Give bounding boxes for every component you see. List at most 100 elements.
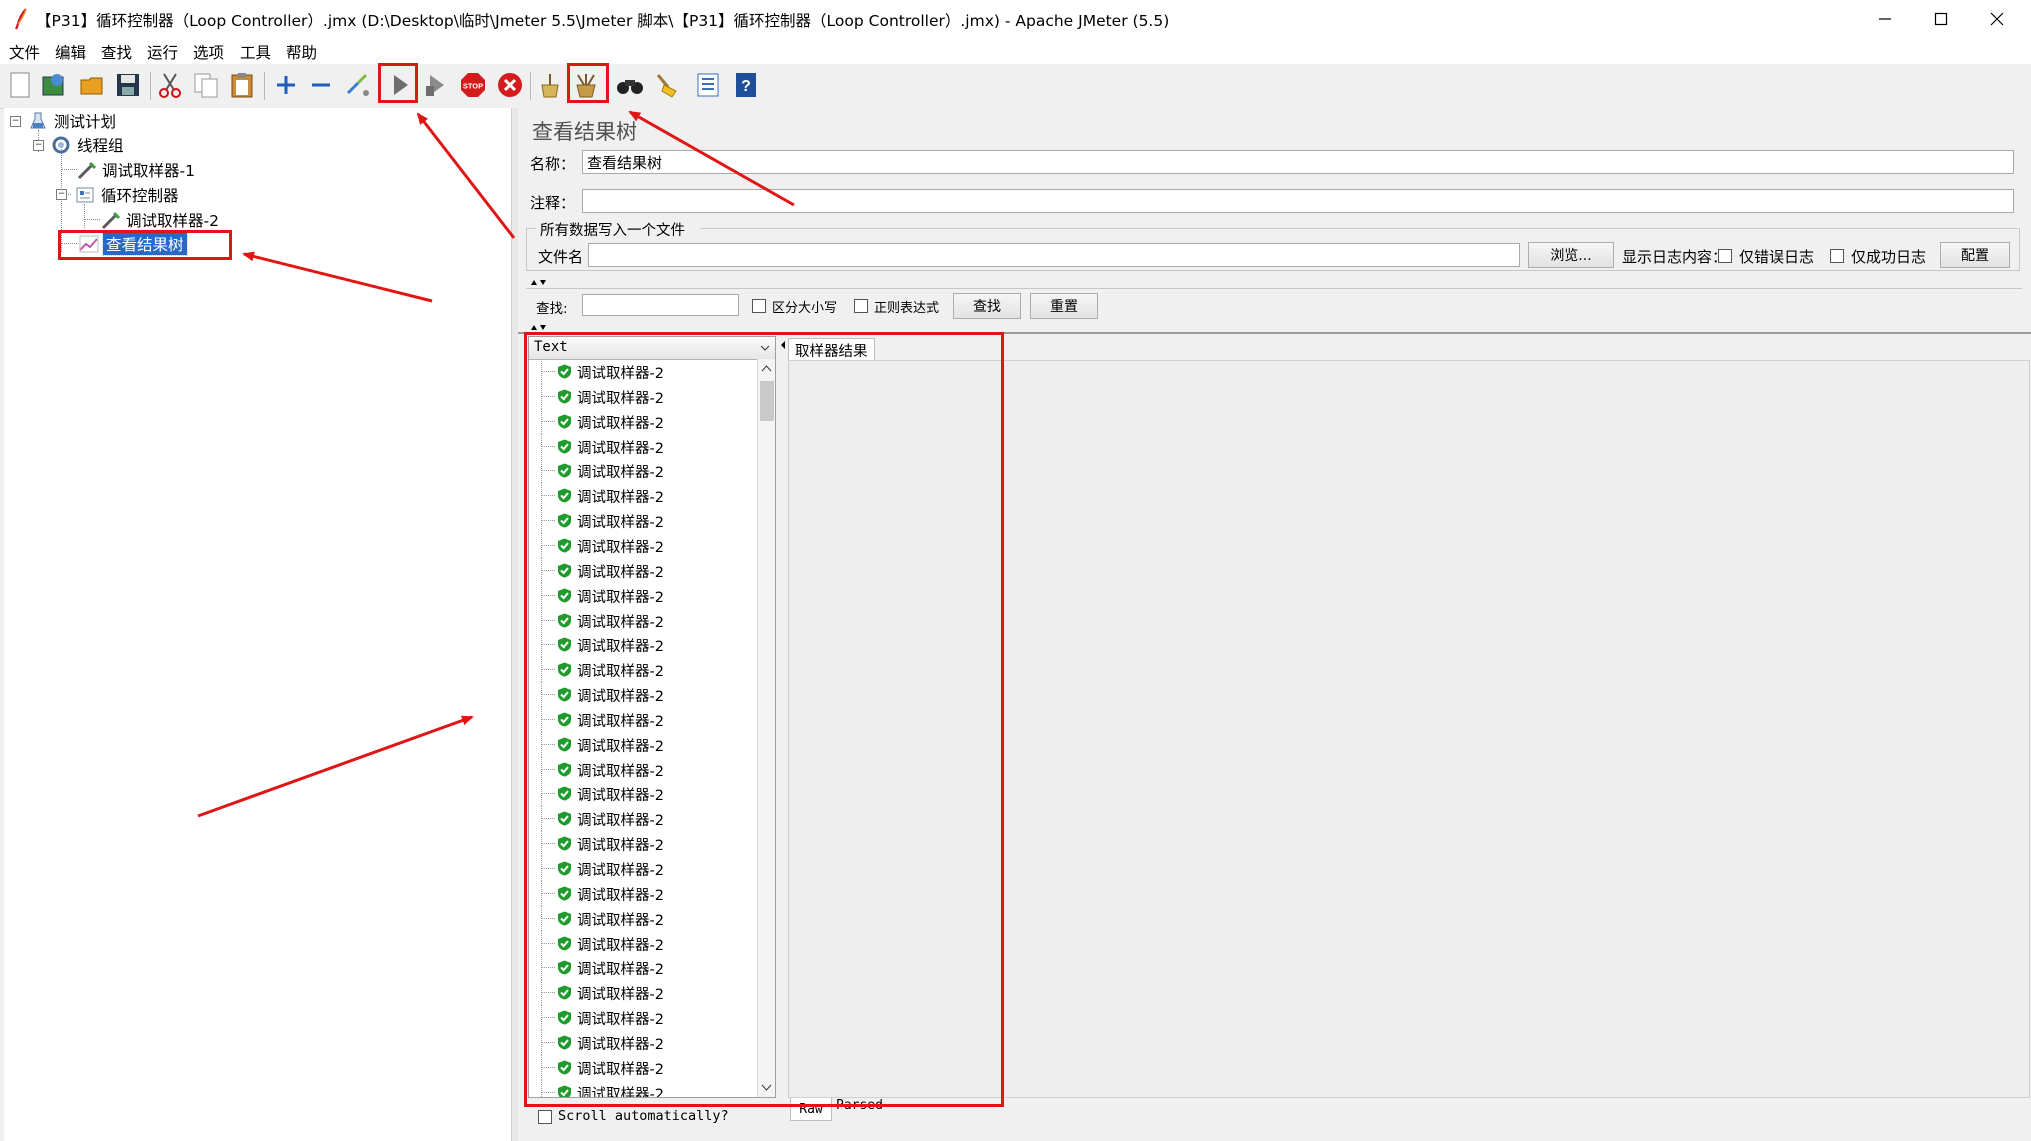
split-arrows-icon[interactable] bbox=[530, 278, 548, 286]
results-scrollbar[interactable] bbox=[757, 359, 775, 1097]
scroll-thumb[interactable] bbox=[760, 381, 774, 421]
result-item-label: 调试取样器-2 bbox=[577, 465, 664, 482]
result-item[interactable]: 调试取样器-2 bbox=[529, 607, 757, 633]
search-field[interactable] bbox=[582, 294, 739, 316]
result-item[interactable]: 调试取样器-2 bbox=[529, 632, 757, 658]
result-item[interactable]: 调试取样器-2 bbox=[529, 582, 757, 608]
tree-item-thread-group[interactable]: 线程组 bbox=[50, 134, 124, 156]
tree-item-loop-controller[interactable]: 循环控制器 bbox=[74, 184, 179, 206]
pane-splitter[interactable] bbox=[511, 108, 518, 1141]
tab-raw[interactable]: Raw bbox=[790, 1098, 832, 1121]
stop-button[interactable]: STOP bbox=[457, 68, 489, 102]
help-button[interactable]: ? bbox=[730, 68, 762, 102]
search-button[interactable] bbox=[614, 68, 646, 102]
minimize-button[interactable] bbox=[1856, 0, 1914, 38]
collapse-test-plan-toggle[interactable]: − bbox=[10, 116, 21, 127]
tab-parsed[interactable]: Parsed bbox=[836, 1098, 883, 1113]
tab-sampler-result[interactable]: 取样器结果 bbox=[788, 338, 875, 361]
start-button[interactable] bbox=[384, 68, 416, 102]
tree-item-view-results-tree[interactable]: 查看结果树 bbox=[78, 232, 188, 256]
result-item[interactable]: 调试取样器-2 bbox=[529, 955, 757, 981]
result-item[interactable]: 调试取样器-2 bbox=[529, 930, 757, 956]
regex-checkbox[interactable] bbox=[854, 299, 868, 313]
test-plan-tree[interactable]: − 测试计划 − 线程组 调试取样器-1 − 循环控制器 调试取样器-2 查看结… bbox=[4, 108, 512, 1141]
result-item[interactable]: 调试取样器-2 bbox=[529, 1079, 757, 1097]
reset-search-button[interactable] bbox=[650, 68, 682, 102]
new-button[interactable] bbox=[4, 68, 36, 102]
menu-tools[interactable]: 工具 bbox=[240, 41, 271, 63]
result-item[interactable]: 调试取样器-2 bbox=[529, 557, 757, 583]
result-item[interactable]: 调试取样器-2 bbox=[529, 359, 757, 384]
result-item[interactable]: 调试取样器-2 bbox=[529, 756, 757, 782]
templates-button[interactable] bbox=[38, 68, 70, 102]
split-arrows-icon[interactable] bbox=[530, 323, 548, 331]
listener-icon bbox=[79, 235, 99, 253]
start-no-pause-button[interactable] bbox=[420, 68, 452, 102]
result-item[interactable]: 调试取样器-2 bbox=[529, 458, 757, 484]
success-shield-icon bbox=[558, 712, 571, 727]
cut-button[interactable] bbox=[154, 68, 186, 102]
copy-button[interactable] bbox=[190, 68, 222, 102]
result-item[interactable]: 调试取样器-2 bbox=[529, 532, 757, 558]
errors-only-checkbox[interactable] bbox=[1718, 249, 1732, 263]
browse-button[interactable]: 浏览... bbox=[1528, 242, 1614, 268]
result-item[interactable]: 调试取样器-2 bbox=[529, 731, 757, 757]
help-icon: ? bbox=[736, 73, 756, 97]
close-button[interactable] bbox=[1968, 0, 2026, 38]
clear-button[interactable] bbox=[534, 68, 566, 102]
result-item[interactable]: 调试取样器-2 bbox=[529, 806, 757, 832]
save-button[interactable] bbox=[112, 68, 144, 102]
result-item[interactable]: 调试取样器-2 bbox=[529, 781, 757, 807]
tree-item-debug-sampler-1[interactable]: 调试取样器-1 bbox=[76, 159, 195, 181]
comment-field[interactable] bbox=[582, 189, 2014, 213]
clear-all-button[interactable] bbox=[570, 68, 602, 102]
scroll-down-icon[interactable] bbox=[761, 1084, 772, 1092]
scroll-automatically-checkbox[interactable] bbox=[538, 1110, 552, 1124]
result-item[interactable]: 调试取样器-2 bbox=[529, 408, 757, 434]
collapse-loop-controller-toggle[interactable]: − bbox=[56, 189, 67, 200]
result-item[interactable]: 调试取样器-2 bbox=[529, 433, 757, 459]
collapse-button[interactable] bbox=[305, 68, 337, 102]
result-item[interactable]: 调试取样器-2 bbox=[529, 905, 757, 931]
menu-file[interactable]: 文件 bbox=[9, 41, 40, 63]
result-item[interactable]: 调试取样器-2 bbox=[529, 682, 757, 708]
renderer-selector[interactable]: Text bbox=[529, 337, 775, 360]
scroll-up-icon[interactable] bbox=[761, 364, 772, 372]
result-item[interactable]: 调试取样器-2 bbox=[529, 1054, 757, 1080]
name-field[interactable] bbox=[582, 150, 2014, 174]
expand-button[interactable] bbox=[270, 68, 302, 102]
result-item[interactable]: 调试取样器-2 bbox=[529, 657, 757, 683]
result-item[interactable]: 调试取样器-2 bbox=[529, 831, 757, 857]
toggle-button[interactable] bbox=[342, 68, 374, 102]
result-item[interactable]: 调试取样器-2 bbox=[529, 383, 757, 409]
menu-options[interactable]: 选项 bbox=[193, 41, 224, 63]
function-helper-button[interactable] bbox=[692, 68, 724, 102]
result-item[interactable]: 调试取样器-2 bbox=[529, 706, 757, 732]
sample-results-list[interactable]: Text 调试取样器-2 调试取样器-2 调试取样器-2 调试取样器-2 调试取样器-2… bbox=[528, 336, 776, 1098]
shutdown-button[interactable] bbox=[494, 68, 526, 102]
maximize-button[interactable] bbox=[1912, 0, 1970, 38]
result-item[interactable]: 调试取样器-2 bbox=[529, 856, 757, 881]
menu-edit[interactable]: 编辑 bbox=[55, 41, 86, 63]
tree-item-debug-sampler-2[interactable]: 调试取样器-2 bbox=[100, 209, 219, 231]
reset-button[interactable]: 重置 bbox=[1030, 293, 1098, 319]
menu-run[interactable]: 运行 bbox=[147, 41, 178, 63]
filename-field[interactable] bbox=[588, 243, 1520, 267]
success-shield-icon bbox=[558, 936, 571, 951]
find-button[interactable]: 查找 bbox=[953, 293, 1021, 319]
open-button[interactable] bbox=[76, 68, 108, 102]
tree-item-test-plan[interactable]: 测试计划 bbox=[28, 110, 116, 132]
success-only-checkbox[interactable] bbox=[1830, 249, 1844, 263]
paste-button[interactable] bbox=[226, 68, 258, 102]
result-item[interactable]: 调试取样器-2 bbox=[529, 1005, 757, 1031]
menu-search[interactable]: 查找 bbox=[101, 41, 132, 63]
result-item[interactable]: 调试取样器-2 bbox=[529, 980, 757, 1006]
result-item[interactable]: 调试取样器-2 bbox=[529, 508, 757, 534]
menu-help[interactable]: 帮助 bbox=[286, 41, 317, 63]
result-item[interactable]: 调试取样器-2 bbox=[529, 1029, 757, 1055]
result-item[interactable]: 调试取样器-2 bbox=[529, 483, 757, 509]
configure-button[interactable]: 配置 bbox=[1940, 242, 2010, 268]
case-sensitive-checkbox[interactable] bbox=[752, 299, 766, 313]
result-item[interactable]: 调试取样器-2 bbox=[529, 880, 757, 906]
collapse-thread-group-toggle[interactable]: − bbox=[33, 140, 44, 151]
